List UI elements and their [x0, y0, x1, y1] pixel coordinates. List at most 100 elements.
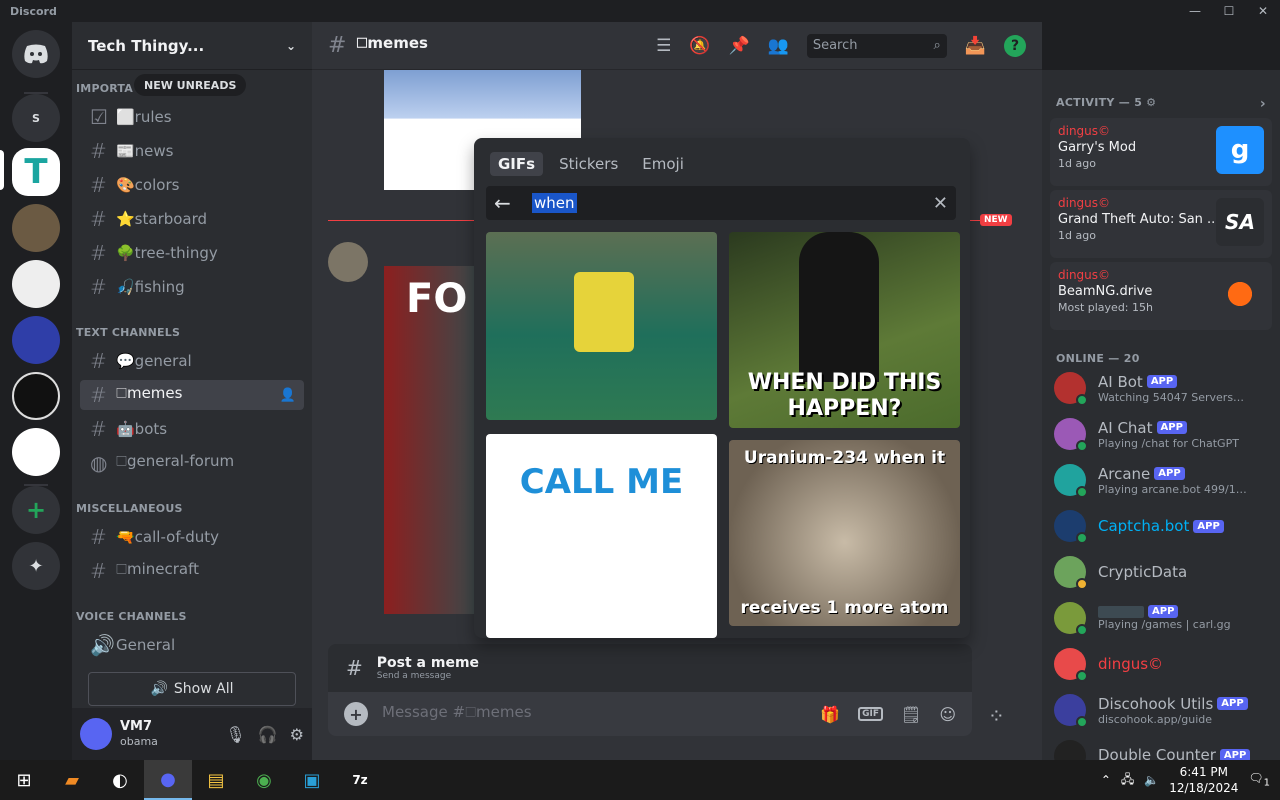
chevron-up-icon[interactable]: ⌃	[1101, 773, 1111, 787]
activity-card[interactable]: dingus© BeamNG.drive Most played: 15h	[1050, 262, 1272, 330]
member-item[interactable]: AI BotAPP Watching 54047 Servers! | /h...	[1054, 366, 1276, 410]
server-6[interactable]	[12, 316, 60, 364]
channel-general-forum[interactable]: ◍ 🗆general-forum	[80, 448, 304, 478]
search-input[interactable]: Search ⌕	[806, 33, 947, 58]
channel-tree-thingy[interactable]: # 🌳tree-thingy	[80, 238, 304, 268]
channel-news[interactable]: # 📰news	[80, 136, 304, 166]
attach-plus-icon[interactable]: +	[344, 702, 368, 726]
home-button[interactable]	[12, 30, 60, 78]
channel-label: 🗆general-forum	[116, 451, 235, 470]
microphone-icon[interactable]: 🎙	[225, 725, 245, 744]
channel-colors[interactable]: # 🎨colors	[80, 170, 304, 200]
emoji-icon[interactable]: ☺	[939, 705, 956, 724]
add-member-icon[interactable]: 👤	[280, 388, 296, 403]
minimize-button[interactable]: —	[1178, 0, 1212, 22]
channel-rules[interactable]: ☑ ⬜rules	[80, 102, 304, 132]
new-unreads-badge[interactable]: NEW UNREADS	[134, 74, 247, 96]
chevron-right-icon[interactable]: ›	[1260, 96, 1266, 112]
maximize-button[interactable]: ☐	[1212, 0, 1246, 22]
notification-bell-icon[interactable]: 🔕	[689, 36, 710, 56]
notification-icon[interactable]: 🗨1	[1248, 771, 1270, 788]
clock[interactable]: 6:41 PM 12/18/2024	[1169, 764, 1238, 796]
app-icon[interactable]: ▰	[48, 760, 96, 800]
discord-taskbar-icon[interactable]: ●	[144, 760, 192, 800]
headphones-icon[interactable]: 🎧	[258, 725, 278, 744]
server-8[interactable]	[12, 428, 60, 476]
category-text-channels[interactable]: TEXT CHANNELS	[76, 326, 180, 339]
tab-stickers[interactable]: Stickers	[551, 152, 626, 176]
member-item[interactable]: Double Counter APP	[1054, 734, 1276, 760]
title-bar: Discord — ☐ ✕	[0, 0, 1280, 22]
tab-emoji[interactable]: Emoji	[634, 152, 692, 176]
volume-icon[interactable]: 🔈	[1144, 773, 1159, 787]
app-icon[interactable]: ▣	[288, 760, 336, 800]
avatar[interactable]	[80, 718, 112, 750]
avatar[interactable]	[328, 242, 368, 282]
member-item[interactable]: APP Playing /games | carl.gg	[1054, 596, 1276, 640]
category-miscellaneous[interactable]: MISCELLANEOUS	[76, 502, 183, 515]
channel-bots[interactable]: # 🤖bots	[80, 414, 304, 444]
add-server-button[interactable]: +	[12, 486, 60, 534]
channel-fishing[interactable]: # 🎣fishing	[80, 272, 304, 302]
window-controls: — ☐ ✕	[1178, 0, 1280, 22]
message-image[interactable]: FO	[384, 266, 479, 614]
member-item[interactable]: Captcha.bot APP	[1054, 504, 1276, 548]
browser-icon[interactable]: ◉	[240, 760, 288, 800]
gear-icon[interactable]: ⚙	[290, 725, 304, 744]
7zip-icon[interactable]: 7z	[336, 760, 384, 800]
server-4[interactable]	[12, 204, 60, 252]
channel-general[interactable]: # 💬general	[80, 346, 304, 376]
clear-icon[interactable]: ✕	[933, 193, 948, 214]
channel-label: 🗆minecraft	[116, 559, 199, 578]
channel-call-of-duty[interactable]: # 🔫call-of-duty	[80, 522, 304, 552]
gift-icon[interactable]: 🎁	[820, 705, 840, 724]
network-icon[interactable]: 🖧	[1121, 770, 1134, 791]
gif-search-input[interactable]: ← when ✕	[486, 186, 956, 220]
server-5[interactable]	[12, 260, 60, 308]
user-info[interactable]: VM7 obama	[120, 719, 158, 749]
threads-icon[interactable]: ☰	[656, 36, 671, 56]
app-icon[interactable]: ◐	[96, 760, 144, 800]
server-t[interactable]: T	[12, 148, 60, 196]
channel-label: 🗆memes	[116, 383, 183, 402]
gif-icon[interactable]: GIF	[858, 707, 883, 721]
activity-card[interactable]: dingus© Garry's Mod 1d ago g	[1050, 118, 1272, 186]
channel-minecraft[interactable]: # 🗆minecraft	[80, 556, 304, 586]
file-explorer-icon[interactable]: ▤	[192, 760, 240, 800]
gif-result-2[interactable]: WHEN DID THIS HAPPEN?	[729, 232, 960, 428]
channel-memes[interactable]: # 🗆memes 👤	[80, 380, 304, 410]
close-button[interactable]: ✕	[1246, 0, 1280, 22]
app-badge: APP	[1146, 375, 1178, 388]
server-s[interactable]: S	[12, 94, 60, 142]
member-list-icon[interactable]: 👥	[768, 36, 789, 56]
gif-result-1[interactable]	[486, 232, 717, 420]
windows-start-icon[interactable]: ⊞	[0, 760, 48, 800]
message-input[interactable]: + Message #🗆memes 🎁 GIF 🗒 ☺	[328, 692, 972, 736]
member-item[interactable]: Discohook Utils APP discohook.app/guide	[1054, 688, 1276, 732]
activity-card[interactable]: dingus© Grand Theft Auto: San ... 1d ago…	[1050, 190, 1272, 258]
sticker-icon[interactable]: 🗒	[901, 705, 921, 724]
inbox-icon[interactable]: 📥	[965, 36, 986, 56]
gear-icon[interactable]: ⚙	[1146, 96, 1156, 112]
apps-icon[interactable]: ⁘	[988, 704, 1005, 728]
show-all-button[interactable]: 🔊 Show All	[88, 672, 296, 706]
member-item[interactable]: AI Chat APP Playing /chat for ChatGPT	[1054, 412, 1276, 456]
server-7[interactable]	[12, 372, 60, 420]
member-item[interactable]: Arcane APP Playing arcane.bot 499/1536	[1054, 458, 1276, 502]
pin-icon[interactable]: 📌	[728, 36, 749, 56]
server-header[interactable]: Tech Thingy... ⌄	[72, 22, 312, 70]
channel-starboard[interactable]: # ⭐starboard	[80, 204, 304, 234]
category-important[interactable]: IMPORTA	[76, 82, 133, 95]
member-item[interactable]: dingus©	[1054, 642, 1276, 686]
back-arrow-icon[interactable]: ←	[494, 191, 532, 215]
gif-result-4[interactable]: Uranium-234 when it receives 1 more atom	[729, 440, 960, 626]
voice-channel-general[interactable]: 🔊 General	[80, 630, 304, 660]
explore-button[interactable]: ✦	[12, 542, 60, 590]
member-item[interactable]: CrypticData	[1054, 550, 1276, 594]
gif-result-3[interactable]: CALL ME	[486, 434, 717, 638]
tab-gifs[interactable]: GIFs	[490, 152, 544, 176]
help-icon[interactable]: ?	[1004, 34, 1026, 57]
forum-post-bar[interactable]: # Post a meme Send a message	[328, 644, 972, 692]
speaker-icon: 🔊	[150, 681, 168, 697]
category-voice-channels[interactable]: VOICE CHANNELS	[76, 610, 187, 623]
